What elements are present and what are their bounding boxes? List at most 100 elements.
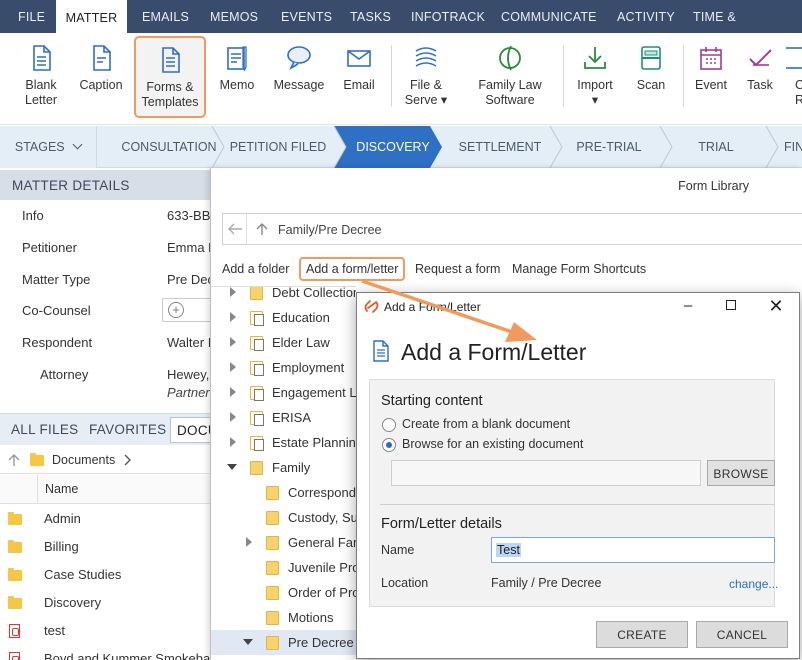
folder-icon <box>8 596 22 609</box>
matter-details-header: MATTER DETAILS <box>0 170 212 200</box>
section-divider <box>380 504 775 505</box>
form-library-title: Form Library <box>678 179 749 193</box>
tab-memos[interactable]: MEMOS <box>210 0 258 33</box>
expand-icon <box>230 362 236 372</box>
tab-file[interactable]: FILE <box>18 0 45 33</box>
radio-blank-label[interactable]: Create from a blank document <box>402 417 570 431</box>
change-location-link[interactable]: change... <box>729 577 778 591</box>
co-counsel-input[interactable]: + <box>162 298 212 322</box>
expand-icon <box>230 337 236 347</box>
pdf-icon <box>9 624 20 638</box>
folder-icon <box>250 461 263 475</box>
family-law-software-button[interactable]: Family Law Software <box>472 33 548 125</box>
dialog-heading: Add a Form/Letter <box>401 339 587 365</box>
file-row[interactable]: Admin <box>0 505 212 533</box>
stage-consultation[interactable]: CONSULTATION <box>110 126 228 168</box>
breadcrumb-documents[interactable]: Documents <box>52 453 115 467</box>
forms-templates-button[interactable]: Forms & Templates <box>134 36 206 118</box>
stage-final[interactable]: FIN <box>784 126 802 168</box>
folder-icon <box>266 511 279 525</box>
radio-blank-document[interactable] <box>382 418 396 432</box>
dialog-bar-title: Add a Form/Letter <box>384 300 481 314</box>
task-button[interactable]: Task <box>738 33 782 125</box>
folder-icon <box>250 311 264 326</box>
stage-pre-trial[interactable]: PRE-TRIAL <box>566 126 652 168</box>
add-form-letter-button[interactable]: Add a form/letter <box>299 257 406 281</box>
folder-icon <box>266 561 279 575</box>
dialog-title-bar: Add a Form/Letter – ✕ <box>357 293 799 321</box>
more-icon <box>786 47 802 69</box>
minimize-icon[interactable]: – <box>677 296 699 316</box>
tree-item-pre-decree[interactable]: Pre Decree <box>211 630 356 655</box>
tab-events[interactable]: EVENTS <box>281 0 332 33</box>
back-button[interactable] <box>223 214 247 244</box>
event-button[interactable]: Event <box>688 33 734 125</box>
folder-icon <box>250 336 264 351</box>
browse-button[interactable]: BROWSE <box>707 460 775 486</box>
maximize-icon[interactable] <box>720 296 742 316</box>
arrow-up-icon[interactable] <box>7 453 21 467</box>
caption-button[interactable]: Caption <box>74 33 128 125</box>
file-serve-button[interactable]: File & Serve ▾ <box>400 33 452 125</box>
close-icon[interactable]: ✕ <box>765 296 787 316</box>
blank-letter-button[interactable]: Blank Letter <box>14 33 68 125</box>
stage-settlement[interactable]: SETTLEMENT <box>452 126 548 168</box>
document-icon <box>33 45 51 71</box>
ribbon-divider <box>563 45 564 107</box>
tab-time-expenses[interactable]: TIME & EXPENSES <box>693 0 802 58</box>
column-name[interactable]: Name <box>45 482 78 496</box>
address-bar: Family/Pre Decree <box>222 213 802 245</box>
plus-icon[interactable]: + <box>168 302 184 318</box>
app-logo-icon <box>364 300 379 313</box>
radio-browse-existing[interactable] <box>382 438 396 452</box>
document-path-input[interactable] <box>391 460 701 486</box>
folder-icon <box>250 436 264 451</box>
tab-matter[interactable]: MATTER <box>56 0 127 33</box>
file-row[interactable]: Billing <box>0 533 212 561</box>
email-button[interactable]: Email <box>336 33 382 125</box>
add-folder-button[interactable]: Add a folder <box>222 262 289 276</box>
stage-discovery[interactable]: DISCOVERY <box>346 126 440 168</box>
collapse-icon <box>243 639 253 645</box>
ribbon-divider <box>683 45 684 107</box>
expand-icon <box>230 312 236 322</box>
chevron-right-icon[interactable] <box>123 454 133 466</box>
memo-icon <box>227 46 247 72</box>
tab-favorites[interactable]: FAVORITES <box>89 422 166 437</box>
stage-trial[interactable]: TRIAL <box>680 126 752 168</box>
folder-icon <box>266 611 279 625</box>
memo-button[interactable]: Memo <box>212 33 262 125</box>
files-tabs: ALL FILES FAVORITES DOCU <box>0 413 225 445</box>
folder-icon <box>266 536 279 550</box>
folder-icon <box>8 540 22 553</box>
files-table-header: Name <box>0 475 212 504</box>
arrow-up-icon[interactable] <box>255 222 269 236</box>
manage-form-shortcuts-button[interactable]: Manage Form Shortcuts <box>512 262 646 276</box>
import-button[interactable]: Import ▾ <box>572 33 618 125</box>
file-row[interactable]: test <box>0 617 212 645</box>
more-ribbon-button[interactable]: C R <box>786 33 802 125</box>
folder-icon <box>8 512 22 525</box>
tab-emails[interactable]: EMAILS <box>142 0 189 33</box>
tab-all-files[interactable]: ALL FILES <box>11 422 78 437</box>
add-form-letter-dialog: Add a Form/Letter – ✕ Add a Form/Letter … <box>356 292 800 659</box>
name-input[interactable]: Test <box>491 537 775 563</box>
tab-tasks[interactable]: TASKS <box>350 0 391 33</box>
scan-button[interactable]: Scan <box>628 33 674 125</box>
create-button[interactable]: CREATE <box>596 621 688 648</box>
cancel-button[interactable]: CANCEL <box>696 621 788 648</box>
tab-activity[interactable]: ACTIVITY <box>617 0 675 33</box>
message-button[interactable]: Message <box>270 33 328 125</box>
radio-browse-label[interactable]: Browse for an existing document <box>402 437 583 451</box>
tab-communicate[interactable]: COMMUNICATE <box>501 0 597 33</box>
tab-infotrack[interactable]: INFOTRACK <box>411 0 485 33</box>
download-icon <box>584 47 606 69</box>
file-row[interactable]: Case Studies <box>0 561 212 589</box>
file-row[interactable]: Discovery <box>0 589 212 617</box>
file-row[interactable]: Boyd and Kummer Smokeba <box>0 645 212 660</box>
library-path: Family/Pre Decree <box>278 223 382 237</box>
request-form-button[interactable]: Request a form <box>415 262 500 276</box>
location-label: Location <box>381 576 429 590</box>
stage-petition-filed[interactable]: PETITION FILED <box>228 126 328 168</box>
top-nav: FILE MATTER EMAILS MEMOS EVENTS TASKS IN… <box>0 0 802 58</box>
